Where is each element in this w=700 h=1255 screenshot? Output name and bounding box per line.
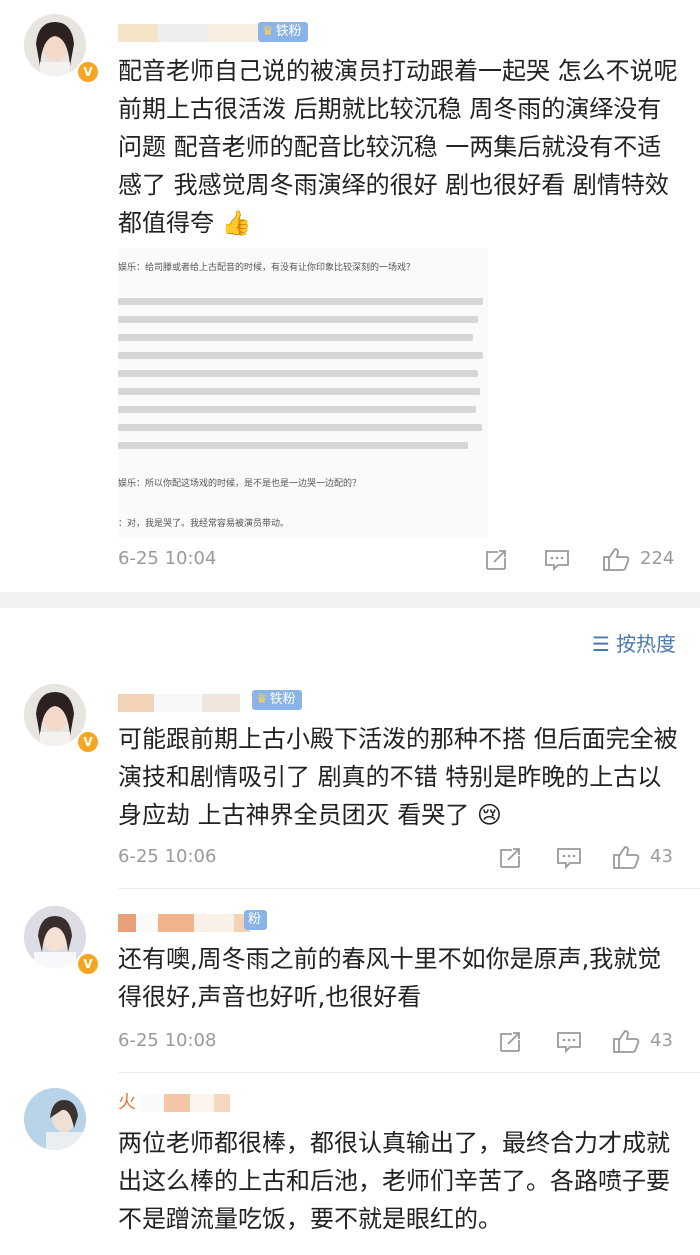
- repost-icon[interactable]: [484, 548, 508, 572]
- repost-icon[interactable]: [498, 1030, 522, 1054]
- embedded-interview-image[interactable]: 娱乐：给司滕或者给上古配音的时候，有没有让你印象比较深刻的一场戏？ 娱乐：所以你…: [118, 248, 488, 538]
- like-count: 43: [650, 846, 673, 867]
- interview-question-2: 娱乐：所以你配这场戏的时候，是不是也是一边哭一边配的？: [118, 479, 362, 489]
- like-count: 43: [650, 1030, 673, 1051]
- comment-icon[interactable]: [556, 1030, 582, 1054]
- comment-text: 还有噢,周冬雨之前的春风十里不如你是原声,我就觉得很好,声音也好听,也很好看: [118, 945, 662, 1011]
- crown-icon: ♛: [256, 692, 268, 707]
- like-icon[interactable]: [602, 546, 630, 572]
- comment-time: 6-25 10:04: [118, 548, 217, 569]
- verified-icon: V: [76, 952, 100, 976]
- like-icon[interactable]: [612, 1028, 640, 1054]
- divider: [118, 1072, 700, 1073]
- interview-answer-2: ：对，我是哭了。我经常容易被演员带动。: [118, 519, 290, 529]
- username-redacted: [118, 914, 250, 932]
- username-redacted: 火: [118, 1094, 230, 1112]
- avatar[interactable]: [24, 1088, 86, 1150]
- username-redacted: [118, 24, 258, 42]
- crown-icon: ♛: [262, 24, 274, 39]
- like-count: 224: [640, 548, 675, 569]
- comment-icon[interactable]: [544, 548, 570, 572]
- comment-text: 两位老师都很棒，都很认真输出了，最终合力才成就出这么棒的上古和后池，老师们辛苦了…: [118, 1129, 670, 1233]
- fan-badge: ♛ 铁粉: [258, 22, 308, 42]
- divider: [118, 888, 700, 889]
- thumbs-up-emoji: 👍: [221, 209, 252, 237]
- verified-icon: V: [76, 730, 100, 754]
- like-icon[interactable]: [612, 844, 640, 870]
- verified-icon: V: [76, 60, 100, 84]
- section-divider: [0, 592, 700, 608]
- username-redacted: [118, 694, 240, 712]
- fan-badge: 粉: [244, 910, 268, 930]
- comment-time: 6-25 10:08: [118, 1030, 217, 1051]
- sad-emoji: 😢: [476, 801, 502, 829]
- comment-text: 可能跟前期上古小殿下活泼的那种不搭 但后面完全被演技和剧情吸引了 剧真的不错 特…: [118, 725, 678, 829]
- sort-toggle[interactable]: ☰ 按热度: [592, 628, 676, 657]
- interview-question-1: 娱乐：给司滕或者给上古配音的时候，有没有让你印象比较深刻的一场戏？: [118, 263, 416, 273]
- repost-icon[interactable]: [498, 846, 522, 870]
- sort-icon: ☰: [592, 632, 610, 656]
- comment-text: 配音老师自己说的被演员打动跟着一起哭 怎么不说呢 前期上古很活泼 后期就比较沉稳…: [118, 57, 678, 237]
- fan-badge: ♛ 铁粉: [252, 690, 302, 710]
- comment-icon[interactable]: [556, 846, 582, 870]
- comment-time: 6-25 10:06: [118, 846, 217, 867]
